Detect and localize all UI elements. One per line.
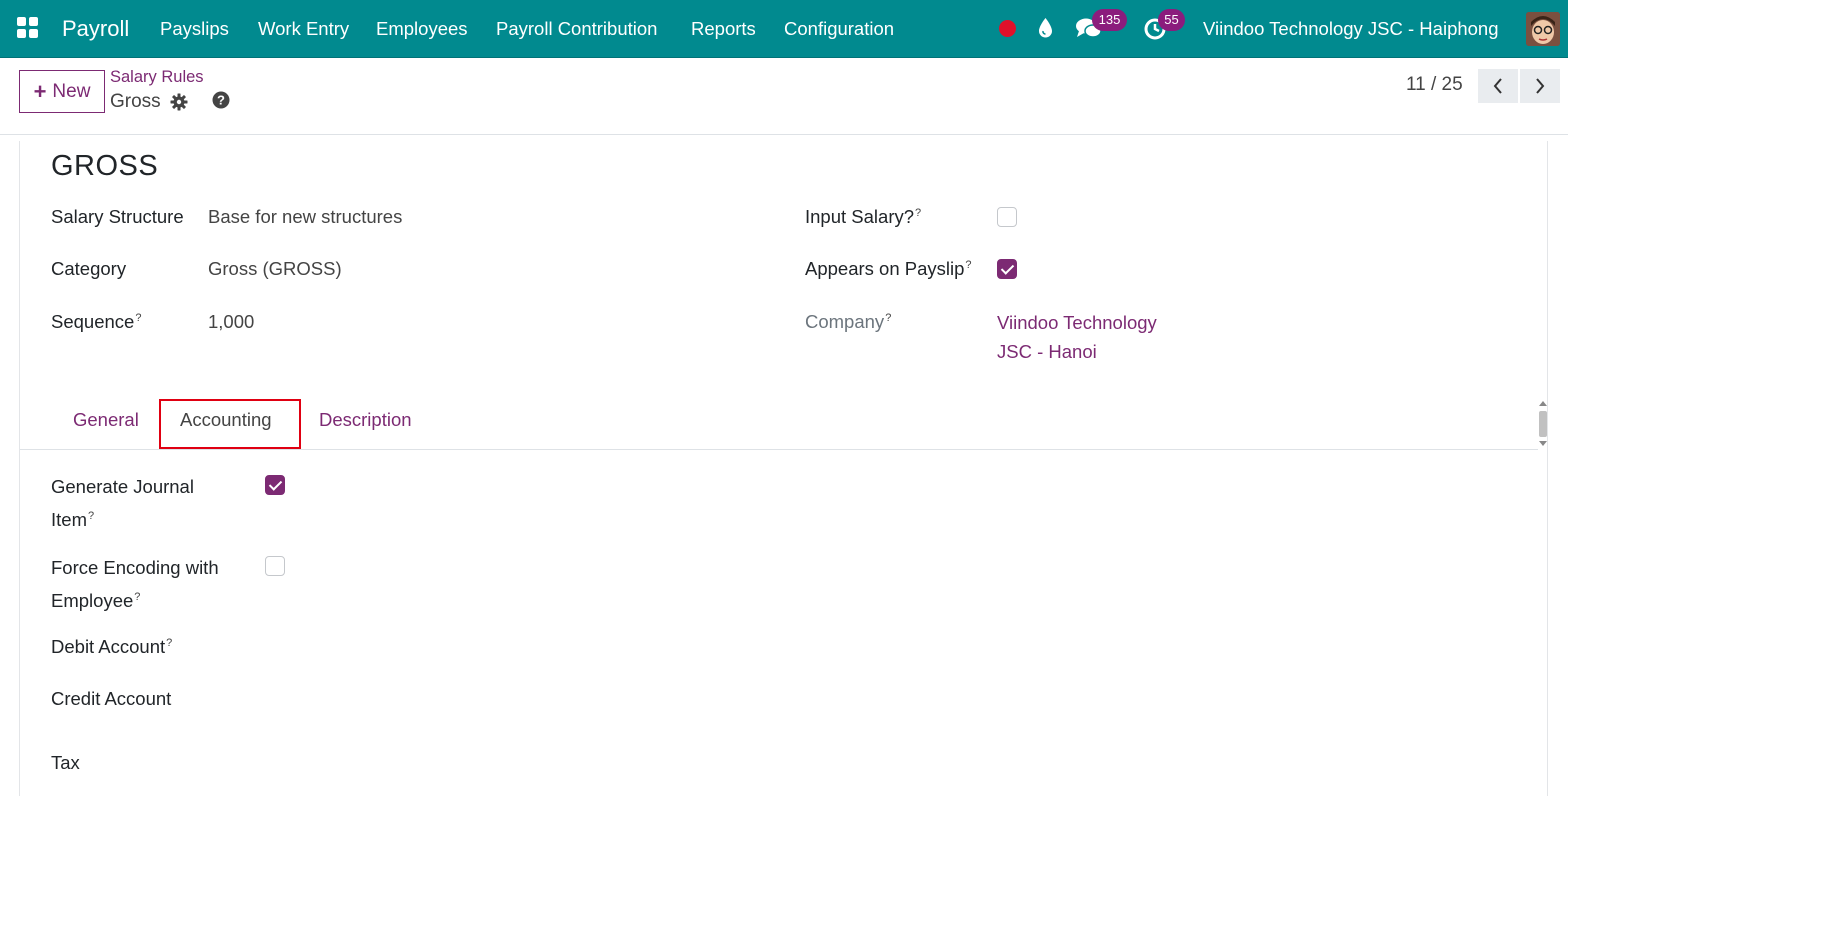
force-encoding-label: Force Encoding with Employee? — [51, 554, 219, 615]
category-field[interactable]: Gross (GROSS) — [208, 258, 342, 280]
chevron-right-icon — [1536, 78, 1545, 94]
company-field[interactable]: Viindoo Technology JSC - Hanoi — [997, 308, 1187, 366]
breadcrumb-salary-rules[interactable]: Salary Rules — [110, 68, 204, 87]
debit-account-label-text: Debit Account — [51, 636, 166, 657]
input-salary-help-icon[interactable]: ? — [915, 207, 921, 219]
menu-employees[interactable]: Employees — [376, 0, 468, 58]
generate-journal-item-checkbox[interactable] — [265, 475, 285, 495]
debit-account-label: Debit Account? — [51, 636, 172, 658]
sequence-help-icon[interactable]: ? — [135, 312, 141, 324]
credit-account-field[interactable] — [265, 688, 665, 712]
avatar-face-icon — [1526, 12, 1560, 46]
tabs-divider — [20, 449, 1538, 450]
sequence-label-text: Sequence — [51, 311, 135, 332]
force-encoding-label-line2: Employee — [51, 589, 134, 611]
tab-general[interactable]: General — [73, 409, 139, 431]
form-sheet: GROSS Salary Structure Base for new stru… — [19, 141, 1548, 796]
input-salary-label: Input Salary?? — [805, 206, 921, 228]
messages-badge: 135 — [1092, 9, 1127, 31]
pager-value[interactable]: 11 / 25 — [1406, 74, 1463, 96]
user-avatar[interactable] — [1526, 12, 1560, 46]
menu-payslips[interactable]: Payslips — [160, 0, 229, 58]
control-panel: + New Salary Rules Gross ? 11 / 25 — [0, 58, 1568, 135]
credit-account-label: Credit Account — [51, 688, 172, 709]
generate-journal-item-label-line2: Item — [51, 508, 87, 530]
svg-text:?: ? — [217, 93, 225, 108]
breadcrumb-current: Gross — [110, 91, 161, 112]
menu-work-entry[interactable]: Work Entry — [258, 0, 349, 58]
force-encoding-checkbox[interactable] — [265, 556, 285, 576]
company-label-text: Company — [805, 311, 885, 332]
pager-previous-button[interactable] — [1478, 69, 1518, 103]
gear-icon[interactable] — [170, 93, 188, 111]
menu-configuration[interactable]: Configuration — [784, 0, 894, 58]
debit-account-help-icon[interactable]: ? — [166, 637, 172, 649]
scroll-down-arrow-icon[interactable] — [1539, 441, 1547, 446]
input-salary-label-text: Input Salary? — [805, 206, 915, 227]
force-encoding-help-icon[interactable]: ? — [134, 591, 140, 603]
company-help-icon[interactable]: ? — [885, 312, 891, 324]
force-encoding-label-line1: Force Encoding with — [51, 557, 219, 578]
debit-account-field[interactable] — [265, 636, 665, 660]
tax-field[interactable] — [265, 752, 665, 776]
tax-label: Tax — [51, 752, 80, 773]
generate-journal-item-label-line1: Generate Journal — [51, 476, 194, 497]
scrollbar-thumb[interactable] — [1539, 411, 1547, 437]
appears-on-payslip-label-text: Appears on Payslip — [805, 258, 965, 279]
scroll-up-arrow-icon[interactable] — [1539, 401, 1547, 406]
salary-structure-label: Salary Structure — [51, 206, 184, 227]
generate-journal-item-label: Generate Journal Item? — [51, 473, 194, 534]
sequence-field[interactable]: 1,000 — [208, 311, 254, 333]
appears-on-payslip-label: Appears on Payslip? — [805, 258, 972, 280]
company-label: Company? — [805, 311, 891, 333]
new-button-label: New — [52, 80, 91, 102]
pager-next-button[interactable] — [1520, 69, 1560, 103]
tabs-scrollbar[interactable] — [1536, 399, 1550, 449]
record-title[interactable]: GROSS — [51, 150, 158, 183]
drop-icon[interactable] — [1037, 17, 1054, 39]
app-brand[interactable]: Payroll — [62, 0, 129, 58]
sequence-label: Sequence? — [51, 311, 141, 333]
menu-reports[interactable]: Reports — [691, 0, 756, 58]
appears-on-payslip-checkbox[interactable] — [997, 259, 1017, 279]
company-switcher[interactable]: Viindoo Technology JSC - Haiphong — [1203, 0, 1499, 58]
chevron-left-icon — [1493, 78, 1502, 94]
appears-on-payslip-help-icon[interactable]: ? — [965, 259, 971, 271]
activities-badge: 55 — [1158, 9, 1185, 31]
record-icon[interactable] — [999, 20, 1016, 37]
category-label: Category — [51, 258, 127, 279]
top-navbar: Payroll Payslips Work Entry Employees Pa… — [0, 0, 1568, 58]
new-button[interactable]: + New — [19, 70, 105, 113]
tab-description[interactable]: Description — [319, 409, 412, 431]
generate-journal-item-help-icon[interactable]: ? — [88, 510, 94, 522]
menu-payroll-contribution[interactable]: Payroll Contribution — [496, 0, 657, 58]
plus-icon: + — [33, 78, 47, 104]
help-icon[interactable]: ? — [212, 91, 230, 109]
app-menu-icon[interactable] — [17, 17, 39, 39]
input-salary-checkbox[interactable] — [997, 207, 1017, 227]
salary-structure-field[interactable]: Base for new structures — [208, 206, 402, 228]
accounting-tab-highlight — [159, 399, 301, 449]
